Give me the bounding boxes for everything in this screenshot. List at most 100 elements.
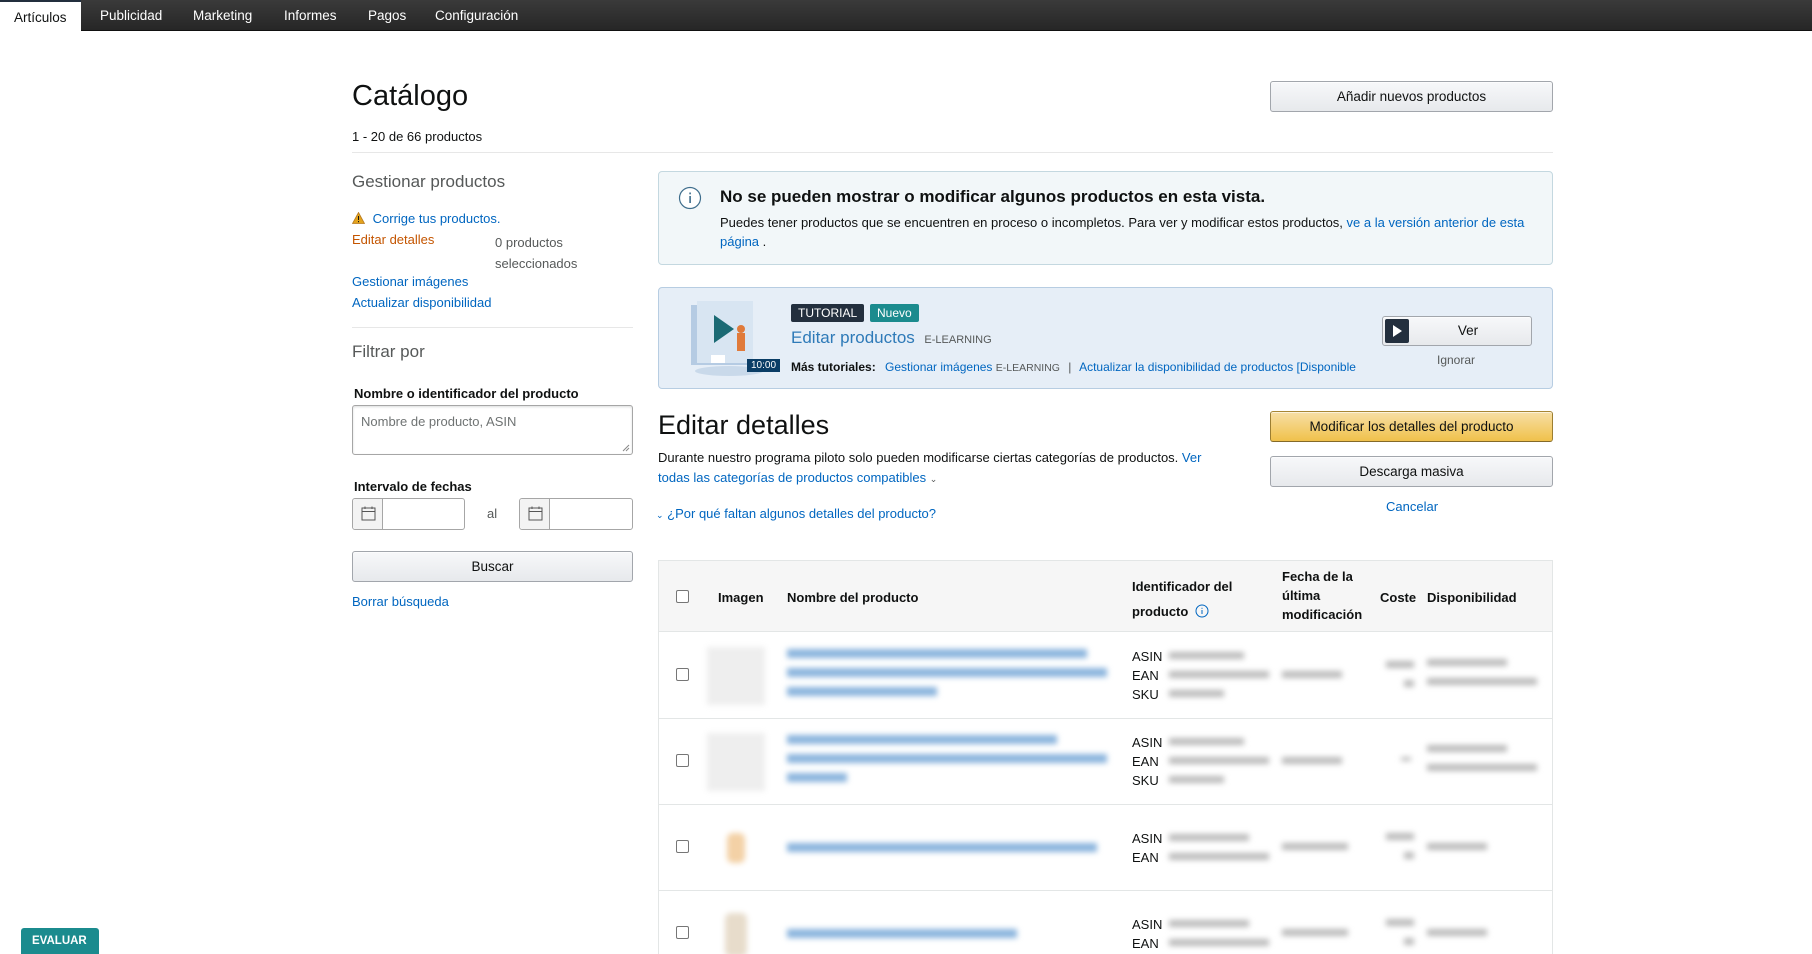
tab-pagos[interactable]: Pagos (354, 0, 420, 31)
tutorial-thumbnail[interactable]: 10:00 (689, 299, 781, 379)
chevron-down-icon: ⌄ (656, 510, 664, 520)
product-thumbnail[interactable] (707, 647, 765, 705)
calendar-icon[interactable] (520, 499, 550, 529)
table-row[interactable]: ASIN EAN SKU (659, 719, 1552, 805)
why-missing-row[interactable]: ⌄ ¿Por qué faltan algunos detalles del p… (656, 506, 936, 521)
header-divider (352, 152, 1553, 153)
fix-products-row: Corrige tus productos. (351, 211, 501, 227)
edit-details-link[interactable]: Editar detalles (352, 232, 434, 247)
filter-heading: Filtrar por (352, 342, 425, 361)
table-row[interactable]: ASIN EAN (659, 805, 1552, 891)
tutorial-link-availability[interactable]: Actualizar la disponibilidad de producto… (1079, 360, 1356, 374)
header-date: Fecha de la última modificación (1282, 569, 1363, 622)
tab-publicidad[interactable]: Publicidad (86, 0, 176, 31)
id-label-asin: ASIN (1132, 831, 1163, 846)
tab-articulos[interactable]: Artículos (0, 0, 81, 32)
manage-products-heading: Gestionar productos (352, 172, 506, 191)
row-checkbox[interactable] (676, 754, 689, 767)
info-icon (678, 186, 702, 210)
product-name-blurred[interactable] (787, 649, 1107, 696)
cost-blurred (1401, 757, 1411, 761)
tutorial-separator: | (1068, 360, 1072, 374)
info-icon[interactable] (1195, 604, 1209, 618)
product-name-blurred[interactable] (787, 843, 1097, 852)
edit-details-title: Editar detalles (658, 410, 830, 440)
calendar-icon[interactable] (353, 499, 383, 529)
product-name-blurred[interactable] (787, 929, 1017, 938)
add-new-products-button[interactable]: Añadir nuevos productos (1270, 81, 1553, 112)
tab-informes[interactable]: Informes (270, 0, 351, 31)
cost-blurred (1386, 919, 1414, 947)
tab-configuracion[interactable]: Configuración (421, 0, 532, 31)
tutorial-duration: 10:00 (747, 359, 781, 372)
evaluate-feedback-tab[interactable]: EVALUAR ✕ (21, 928, 99, 954)
identifier-values-blurred (1169, 738, 1269, 783)
row-checkbox[interactable] (676, 926, 689, 939)
alert-title: No se pueden mostrar o modificar algunos… (720, 187, 1266, 206)
count-total: de 66 productos (385, 129, 483, 144)
search-button[interactable]: Buscar (352, 551, 633, 582)
date-blurred (1282, 843, 1348, 850)
fix-products-link[interactable]: Corrige tus productos. (373, 211, 501, 226)
modify-details-button[interactable]: Modificar los detalles del producto (1270, 411, 1553, 442)
tab-marketing[interactable]: Marketing (179, 0, 266, 31)
header-name: Nombre del producto (787, 590, 919, 605)
more-tutorials-label: Más tutoriales: (791, 360, 876, 374)
table-row[interactable]: ASIN EAN (659, 891, 1552, 954)
select-all-checkbox[interactable] (676, 590, 689, 603)
alert-body-text: Puedes tener productos que se encuentren… (720, 215, 1343, 230)
product-thumbnail[interactable] (707, 733, 765, 791)
date-separator: al (487, 506, 498, 521)
header-image: Imagen (718, 590, 764, 605)
row-checkbox[interactable] (676, 668, 689, 681)
availability-blurred (1427, 843, 1487, 850)
product-name-blurred[interactable] (787, 735, 1107, 782)
cancel-link[interactable]: Cancelar (1386, 499, 1438, 514)
id-label-ean: EAN (1132, 668, 1159, 683)
id-label-sku: SKU (1132, 773, 1159, 788)
top-nav: Artículos Publicidad Marketing Informes … (0, 0, 1812, 32)
product-thumbnail[interactable] (707, 905, 765, 954)
sidebar-divider (352, 327, 633, 328)
warning-icon (351, 211, 366, 227)
alert-body: Puedes tener productos que se encuentren… (720, 213, 1540, 251)
date-blurred (1282, 671, 1342, 678)
update-availability-link[interactable]: Actualizar disponibilidad (352, 295, 491, 310)
product-count: 1 - 20 de 66 productos (352, 129, 482, 144)
view-tutorial-button[interactable]: Ver (1382, 316, 1532, 346)
header-identifier-label: Identificador del producto (1132, 579, 1233, 619)
alert-end: . (759, 234, 767, 249)
identifier-values-blurred (1169, 652, 1269, 697)
count-range: 1 - 20 (352, 129, 386, 144)
id-label-ean: EAN (1132, 936, 1159, 951)
id-label-asin: ASIN (1132, 917, 1163, 932)
product-thumbnail[interactable] (707, 819, 765, 877)
manage-images-link[interactable]: Gestionar imágenes (352, 274, 468, 289)
evaluate-label: EVALUAR (32, 935, 87, 947)
why-missing-link[interactable]: ¿Por qué faltan algunos detalles del pro… (667, 506, 936, 521)
tutorial-link-images[interactable]: Gestionar imágenes (885, 360, 992, 374)
header-availability: Disponibilidad (1427, 590, 1517, 605)
table-header: Imagen Nombre del producto Identificador… (659, 561, 1552, 632)
tutorial-title-link[interactable]: Editar productos (791, 328, 915, 347)
date-to-input[interactable] (519, 498, 633, 530)
id-label-asin: ASIN (1132, 735, 1163, 750)
name-filter-input[interactable]: Nombre de producto, ASIN (352, 405, 633, 455)
resize-handle-icon[interactable] (622, 444, 630, 452)
identifier-values-blurred (1169, 834, 1269, 860)
row-checkbox[interactable] (676, 840, 689, 853)
chevron-down-icon: ⌄ (929, 473, 938, 484)
table-row[interactable]: ASIN EAN SKU (659, 633, 1552, 719)
clear-search-link[interactable]: Borrar búsqueda (352, 594, 449, 609)
id-label-asin: ASIN (1132, 649, 1163, 664)
bulk-download-button[interactable]: Descarga masiva (1270, 456, 1553, 487)
name-filter-placeholder: Nombre de producto, ASIN (361, 414, 517, 429)
more-tutorials-row: Más tutoriales: Gestionar imágenes E-LEA… (791, 360, 1356, 374)
date-blurred (1282, 929, 1348, 936)
availability-blurred (1427, 929, 1487, 936)
date-blurred (1282, 757, 1342, 764)
header-cost: Coste (1380, 590, 1417, 605)
id-label-sku: SKU (1132, 687, 1159, 702)
date-from-input[interactable] (352, 498, 465, 530)
ignore-link[interactable]: Ignorar (1437, 353, 1475, 367)
